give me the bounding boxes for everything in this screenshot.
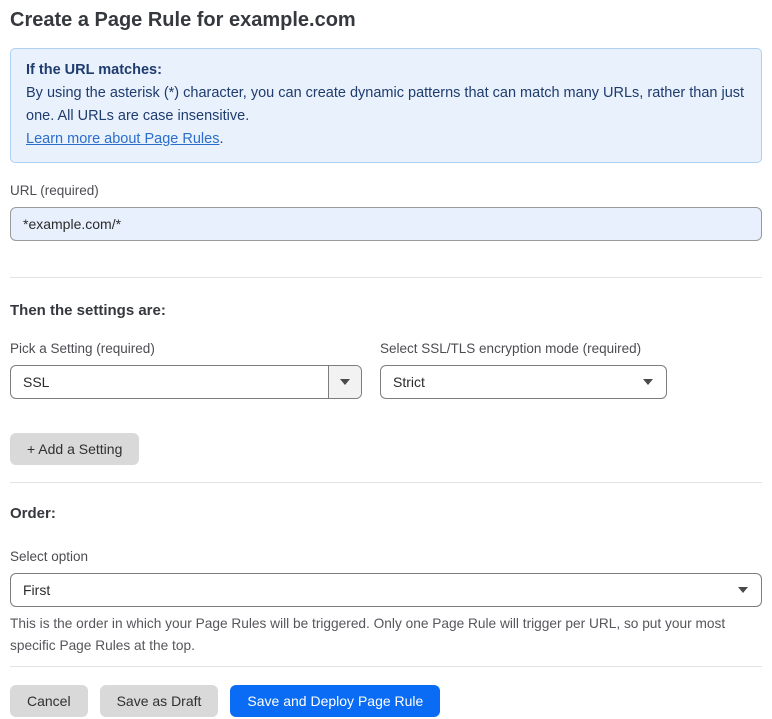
setting-picker-value: SSL: [23, 374, 50, 390]
url-field-label: URL (required): [10, 183, 99, 198]
info-box-heading: If the URL matches:: [26, 62, 162, 78]
setting-picker-group: Pick a Setting (required) SSL: [10, 341, 362, 399]
divider: [10, 277, 762, 278]
ssl-mode-select[interactable]: Strict: [380, 365, 667, 399]
chevron-down-icon: [738, 587, 748, 593]
ssl-mode-group: Select SSL/TLS encryption mode (required…: [380, 341, 667, 399]
chevron-down-icon: [643, 379, 653, 385]
url-match-info-box: If the URL matches: By using the asteris…: [10, 48, 762, 163]
add-setting-button[interactable]: + Add a Setting: [10, 433, 140, 465]
learn-more-link[interactable]: Learn more about Page Rules: [26, 131, 219, 147]
footer-actions: Cancel Save as Draft Save and Deploy Pag…: [10, 685, 762, 717]
setting-picker-label: Pick a Setting (required): [10, 341, 155, 356]
create-page-rule-form: Create a Page Rule for example.com If th…: [0, 8, 772, 717]
url-input[interactable]: [10, 207, 762, 241]
info-box-link-line: Learn more about Page Rules.: [26, 128, 746, 151]
divider: [10, 666, 762, 667]
ssl-mode-label: Select SSL/TLS encryption mode (required…: [380, 341, 642, 356]
settings-section-heading: Then the settings are:: [10, 302, 166, 319]
chevron-down-icon: [340, 379, 350, 385]
save-and-deploy-button[interactable]: Save and Deploy Page Rule: [230, 685, 441, 717]
order-select[interactable]: First: [10, 573, 762, 607]
order-select-value: First: [23, 582, 51, 598]
setting-picker-select[interactable]: SSL: [10, 365, 362, 399]
setting-picker-arrow-button[interactable]: [328, 366, 361, 398]
order-help-text: This is the order in which your Page Rul…: [10, 616, 726, 653]
order-select-label: Select option: [10, 549, 89, 564]
save-as-draft-button[interactable]: Save as Draft: [99, 685, 219, 717]
info-box-body: By using the asterisk (*) character, you…: [26, 85, 745, 124]
order-section-heading: Order:: [10, 505, 56, 522]
link-period: .: [219, 131, 224, 147]
divider: [10, 482, 762, 483]
settings-row: Pick a Setting (required) SSL Select SSL…: [10, 341, 762, 399]
ssl-mode-value: Strict: [393, 374, 425, 390]
page-title: Create a Page Rule for example.com: [10, 9, 356, 31]
cancel-button[interactable]: Cancel: [10, 685, 88, 717]
